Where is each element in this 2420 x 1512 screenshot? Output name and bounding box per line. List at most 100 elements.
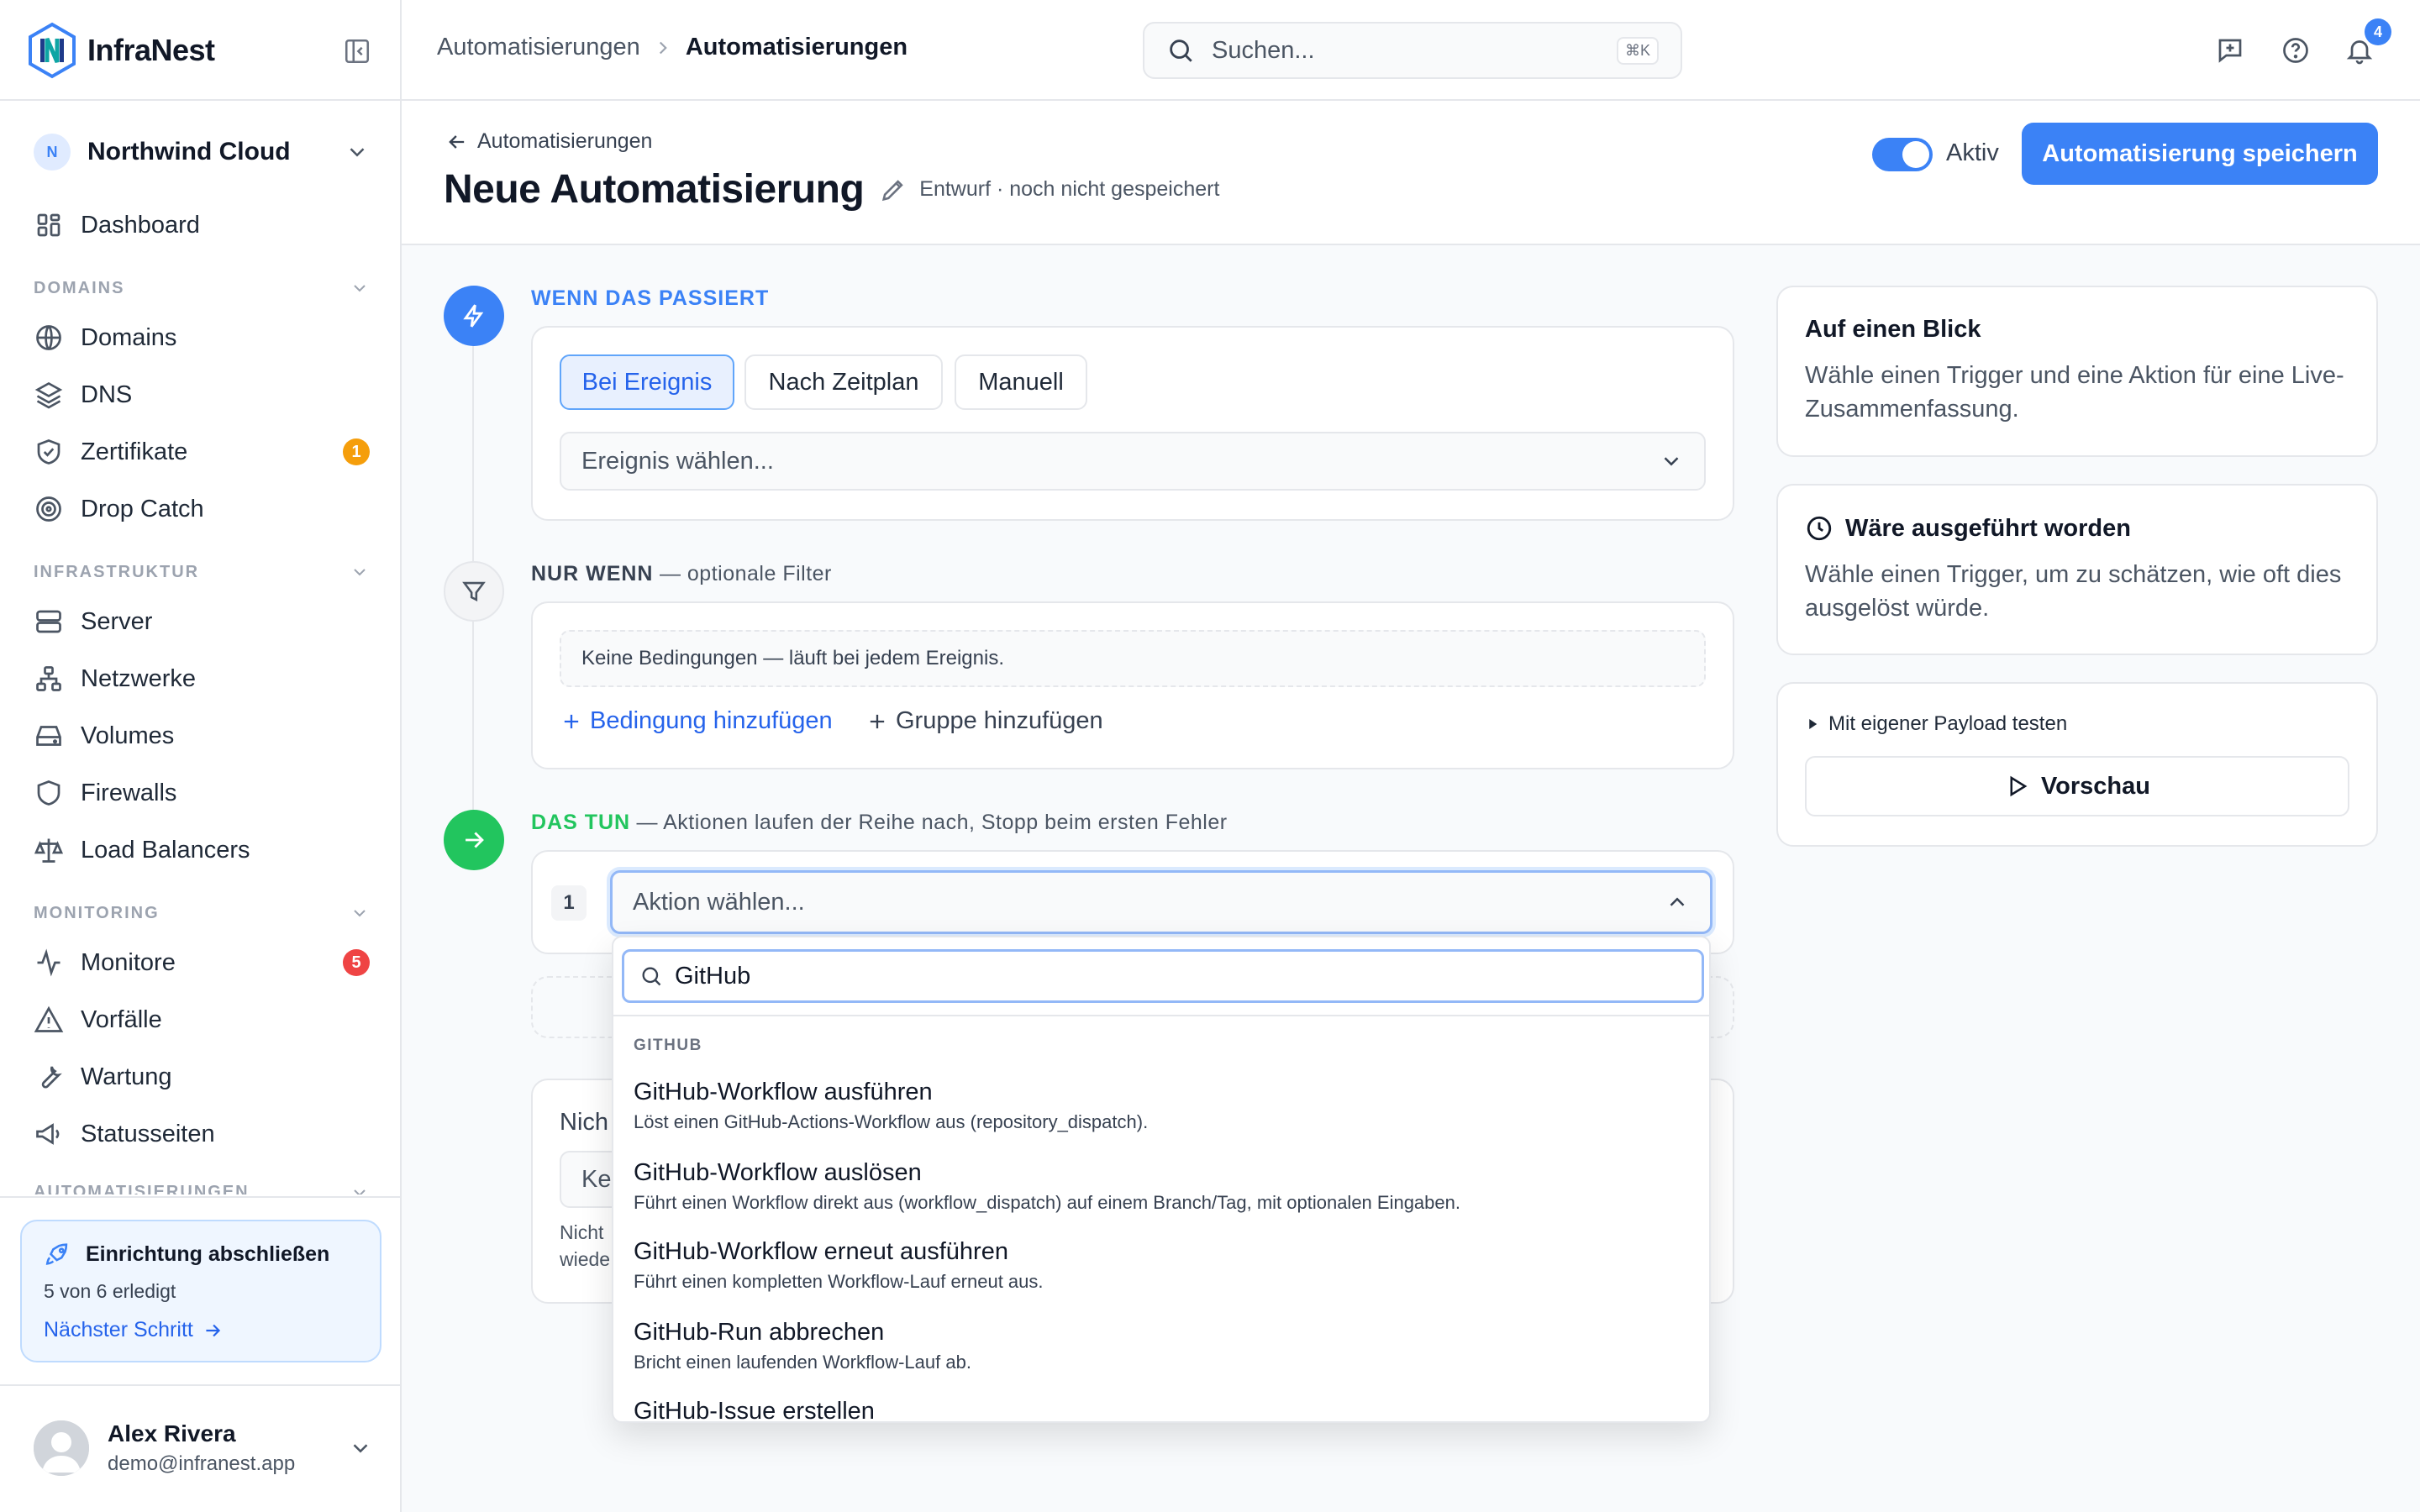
would-run-title: Wäre ausgeführt worden xyxy=(1845,514,2131,542)
breadcrumb-current: Automatisierungen xyxy=(685,34,908,60)
trigger-mode-manual[interactable]: Manuell xyxy=(955,354,1087,410)
search-icon xyxy=(639,964,663,988)
lightning-icon xyxy=(460,302,488,330)
dropdown-divider xyxy=(613,1015,1709,1016)
sidebar-item-domains[interactable]: Domains xyxy=(34,314,370,361)
action-dropdown: GitHub GITHUB GitHub-Workflow ausführen … xyxy=(612,936,1711,1423)
play-icon xyxy=(2004,774,2029,799)
dropdown-option[interactable]: GitHub-Workflow auslösen Führt einen Wor… xyxy=(634,1159,1692,1214)
preview-button[interactable]: Vorschau xyxy=(1805,756,2349,816)
user-menu[interactable]: Alex Rivera demo@infranest.app xyxy=(34,1416,373,1480)
payload-test-toggle[interactable]: Mit eigener Payload testen xyxy=(1805,712,2349,736)
action-search-input[interactable]: GitHub xyxy=(622,949,1704,1003)
count-badge: 1 xyxy=(343,438,370,465)
filter-icon xyxy=(460,577,488,606)
dropdown-option[interactable]: GitHub-Issue erstellen xyxy=(634,1398,1692,1421)
dropdown-option[interactable]: GitHub-Workflow erneut ausführen Führt e… xyxy=(634,1238,1692,1293)
section-title: INFRASTRUKTUR xyxy=(34,562,200,581)
scale-icon xyxy=(34,835,64,865)
filter-step-marker xyxy=(444,561,504,622)
sidebar-item-label: Firewalls xyxy=(81,779,177,806)
shield-icon xyxy=(34,778,64,808)
help-icon[interactable] xyxy=(2281,35,2311,66)
sidebar-item-firewalls[interactable]: Firewalls xyxy=(34,769,370,816)
dropdown-option[interactable]: GitHub-Workflow ausführen Löst einen Git… xyxy=(634,1079,1692,1133)
sidebar-item-zertifikate[interactable]: Zertifikate 1 xyxy=(34,428,370,475)
sidebar-item-server[interactable]: Server xyxy=(34,598,370,645)
sidebar-item-vorfaelle[interactable]: Vorfälle xyxy=(34,996,370,1043)
app-logo[interactable]: InfraNest xyxy=(27,22,215,79)
sidebar-section-automatisierungen[interactable]: AUTOMATISIERUNGEN xyxy=(34,1183,370,1194)
add-group-button[interactable]: Gruppe hinzufügen xyxy=(865,707,1103,735)
next-step-link[interactable]: Nächster Schritt xyxy=(44,1318,358,1342)
sidebar-collapse-icon[interactable] xyxy=(343,37,371,66)
breadcrumb: Automatisierungen Automatisierungen xyxy=(437,34,908,61)
sidebar-item-label: Domains xyxy=(81,323,177,351)
sidebar-item-wartung[interactable]: Wartung xyxy=(34,1053,370,1100)
dashboard-icon xyxy=(34,210,64,240)
pencil-icon[interactable] xyxy=(879,176,908,204)
option-title: GitHub-Workflow auslösen xyxy=(634,1159,922,1186)
add-condition-button[interactable]: Bedingung hinzufügen xyxy=(560,707,833,735)
trigger-mode-event[interactable]: Bei Ereignis xyxy=(560,354,734,410)
active-toggle[interactable] xyxy=(1872,138,1933,171)
chevron-down-icon xyxy=(350,1183,370,1194)
feedback-icon[interactable] xyxy=(2215,35,2245,66)
glance-card: Auf einen Blick Wähle einen Trigger und … xyxy=(1776,286,2378,457)
sidebar-item-load-balancers[interactable]: Load Balancers xyxy=(34,827,370,874)
setup-title: Einrichtung abschließen xyxy=(86,1242,330,1266)
sidebar-item-volumes[interactable]: Volumes xyxy=(34,712,370,759)
sidebar-item-label: Drop Catch xyxy=(81,495,204,522)
sidebar-divider xyxy=(0,1196,400,1198)
setup-progress: 5 von 6 erledigt xyxy=(44,1280,176,1302)
plus-icon xyxy=(865,710,889,733)
sidebar-item-label: Load Balancers xyxy=(81,836,250,864)
org-switcher[interactable]: N Northwind Cloud xyxy=(34,126,370,178)
sidebar-item-dashboard[interactable]: Dashboard xyxy=(34,202,370,249)
breadcrumb-item[interactable]: Automatisierungen xyxy=(437,34,640,61)
action-select[interactable]: Aktion wählen... xyxy=(610,870,1712,934)
sidebar-item-label: DNS xyxy=(81,381,133,408)
sidebar-section-monitoring[interactable]: MONITORING xyxy=(34,900,370,926)
caret-right-icon xyxy=(1805,717,1820,732)
sidebar-item-drop-catch[interactable]: Drop Catch xyxy=(34,486,370,533)
sidebar-item-monitore[interactable]: Monitore 5 xyxy=(34,939,370,986)
sidebar-item-label: Monitore xyxy=(81,948,176,976)
dropdown-option[interactable]: GitHub-Run abbrechen Bricht einen laufen… xyxy=(634,1319,1692,1373)
trigger-step-marker xyxy=(444,286,504,346)
shield-check-icon xyxy=(34,437,64,467)
option-title: GitHub-Run abbrechen xyxy=(634,1319,885,1346)
event-select[interactable]: Ereignis wählen... xyxy=(560,432,1706,491)
clock-icon xyxy=(1805,514,1833,543)
draft-status: Entwurf · noch nicht gespeichert xyxy=(919,177,1220,201)
option-description: Führt einen Workflow direkt aus (workflo… xyxy=(634,1192,1460,1213)
sidebar-item-netzwerke[interactable]: Netzwerke xyxy=(34,655,370,702)
chevron-down-icon xyxy=(348,1436,373,1461)
sidebar-item-label: Netzwerke xyxy=(81,664,196,692)
trigger-mode-schedule[interactable]: Nach Zeitplan xyxy=(744,354,943,410)
save-automation-button[interactable]: Automatisierung speichern xyxy=(2022,123,2378,185)
chevron-up-icon xyxy=(1665,890,1690,915)
arrow-left-icon xyxy=(445,130,469,154)
hidden-text-fragment: wiede xyxy=(560,1248,611,1270)
sidebar-item-label: Volumes xyxy=(81,722,175,749)
next-step-label: Nächster Schritt xyxy=(44,1318,193,1341)
global-search[interactable]: Suchen... ⌘K xyxy=(1143,22,1682,79)
sidebar-item-statusseiten[interactable]: Statusseiten xyxy=(34,1110,370,1158)
setup-card: Einrichtung abschließen 5 von 6 erledigt… xyxy=(20,1220,381,1362)
back-link[interactable]: Automatisierungen xyxy=(445,129,652,154)
sidebar-section-infrastruktur[interactable]: INFRASTRUKTUR xyxy=(34,559,370,585)
dropdown-group-label: GITHUB xyxy=(634,1037,702,1054)
app-name: InfraNest xyxy=(87,33,215,67)
network-icon xyxy=(34,664,64,694)
chevron-down-icon xyxy=(1659,449,1684,474)
filter-step-title: NUR WENN — optionale Filter xyxy=(531,562,832,586)
add-condition-label: Bedingung hinzufügen xyxy=(590,707,833,734)
notification-badge: 4 xyxy=(2365,18,2391,45)
option-description: Löst einen GitHub-Actions-Workflow aus (… xyxy=(634,1111,1149,1132)
chevron-down-icon xyxy=(350,562,370,582)
sidebar-item-dns[interactable]: DNS xyxy=(34,371,370,418)
sidebar-item-label: Server xyxy=(81,607,153,635)
step-subtitle: — optionale Filter xyxy=(653,562,832,585)
sidebar-section-domains[interactable]: DOMAINS xyxy=(34,276,370,301)
